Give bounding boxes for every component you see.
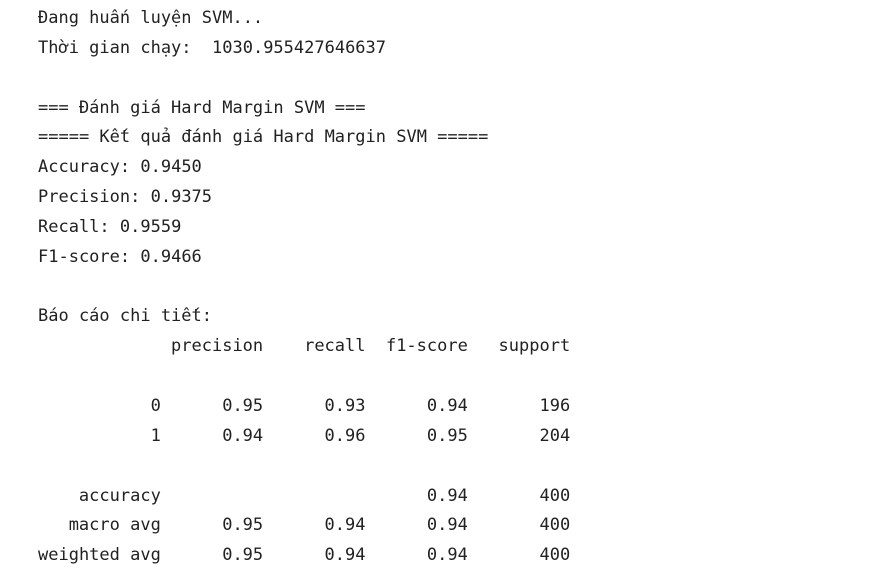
report-row-label: weighted avg	[38, 545, 161, 566]
report-cell-support: 204	[539, 425, 571, 446]
report-cell-precision: 0.95	[222, 545, 264, 566]
metric-f1-label: F1-score:	[38, 246, 131, 267]
report-cell-f1: 0.95	[426, 425, 468, 446]
metric-accuracy-value: 0.9450	[140, 157, 202, 178]
report-cell-recall: 0.96	[324, 425, 366, 446]
metric-f1-value: 0.9466	[140, 246, 202, 267]
metric-f1: F1-score: 0.9466	[38, 243, 882, 273]
report-summary-row: weighted avg 0.95 0.94 0.94 400	[38, 541, 882, 571]
report-header-recall: recall	[304, 336, 366, 357]
notebook-cell-output: Đang huấn luyện SVM... Thời gian chạy: 1…	[0, 0, 882, 571]
runtime-label: Thời gian chạy:	[38, 37, 192, 58]
metric-recall: Recall: 0.9559	[38, 213, 882, 243]
metric-precision-label: Precision:	[38, 187, 141, 208]
report-title: Báo cáo chi tiết:	[38, 306, 212, 327]
report-header-precision: precision	[171, 336, 264, 357]
report-row: 0 0.95 0.93 0.94 196	[38, 392, 882, 422]
report-summary-row: accuracy 0.94 400	[38, 482, 882, 512]
report-row-label: macro avg	[68, 515, 161, 536]
report-cell-precision: 0.95	[222, 515, 264, 536]
report-cell-support: 400	[539, 515, 571, 536]
report-cell-support: 196	[539, 395, 571, 416]
metric-precision-value: 0.9375	[150, 187, 213, 208]
report-cell-f1: 0.94	[426, 545, 468, 566]
results-heading: ===== Kết quả đánh giá Hard Margin SVM =…	[38, 127, 489, 148]
metric-recall-value: 0.9559	[119, 216, 182, 237]
report-row-label: 0	[150, 395, 161, 416]
report-cell-support: 400	[539, 545, 571, 566]
runtime-value: 1030.955427646637	[212, 37, 387, 58]
report-cell-recall: 0.94	[324, 545, 366, 566]
report-row: 1 0.94 0.96 0.95 204	[38, 422, 882, 452]
report-cell-precision: 0.95	[222, 395, 264, 416]
report-cell-f1: 0.94	[426, 515, 468, 536]
report-cell-f1: 0.94	[426, 395, 468, 416]
eval-heading: === Đánh giá Hard Margin SVM ===	[38, 97, 366, 118]
report-cell-precision: 0.94	[222, 425, 264, 446]
metric-precision: Precision: 0.9375	[38, 183, 882, 213]
report-cell-recall: 0.93	[324, 395, 366, 416]
runtime-line: Thời gian chạy: 1030.955427646637	[38, 34, 882, 64]
metric-accuracy: Accuracy: 0.9450	[38, 153, 882, 183]
report-cell-support: 400	[539, 485, 571, 506]
report-header-row: precision recall f1-score support	[38, 332, 882, 362]
report-header-support: support	[498, 336, 571, 357]
metric-accuracy-label: Accuracy:	[38, 157, 131, 178]
report-summary-row: macro avg 0.95 0.94 0.94 400	[38, 511, 882, 541]
report-row-label: accuracy	[78, 485, 161, 506]
report-cell-recall: 0.94	[324, 515, 366, 536]
metric-recall-label: Recall:	[38, 216, 110, 237]
report-header-f1: f1-score	[385, 336, 468, 357]
report-cell-f1: 0.94	[426, 485, 468, 506]
training-message: Đang huấn luyện SVM...	[38, 8, 264, 28]
report-row-label: 1	[150, 425, 161, 446]
